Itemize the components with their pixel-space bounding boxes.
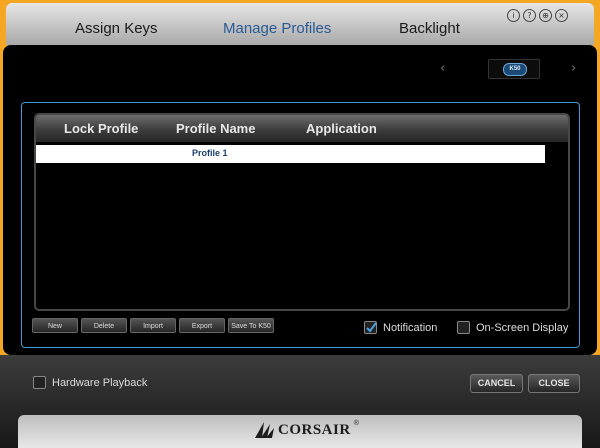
column-application: Application — [306, 121, 377, 136]
export-button[interactable]: Export — [179, 318, 225, 333]
delete-button[interactable]: Delete — [81, 318, 127, 333]
corsair-sails-icon — [255, 422, 274, 438]
corsair-logo: CORSAIR ® — [253, 420, 359, 440]
new-button[interactable]: New — [32, 318, 78, 333]
tab-backlight[interactable]: Backlight — [399, 20, 460, 37]
hardware-playback-checkbox[interactable] — [33, 376, 46, 389]
globe-icon[interactable]: ⊕ — [539, 9, 552, 22]
osd-label: On-Screen Display — [476, 321, 569, 334]
save-to-device-button[interactable]: Save To K50 — [228, 318, 274, 333]
device-next-arrow-icon[interactable]: › — [571, 61, 576, 76]
table-row[interactable]: Profile 1 — [36, 145, 545, 163]
close-button[interactable]: CLOSE — [528, 374, 580, 393]
checkmark-icon — [366, 322, 377, 333]
profiles-table: Lock Profile Profile Name Application Pr… — [34, 113, 570, 311]
registered-mark: ® — [353, 420, 359, 427]
footer: CORSAIR ® — [18, 415, 582, 448]
table-header: Lock Profile Profile Name Application — [36, 115, 568, 142]
help-icon[interactable]: ? — [523, 9, 536, 22]
corsair-window: Assign Keys Manage Profiles Backlight i … — [0, 0, 600, 448]
brand-name: CORSAIR — [278, 421, 351, 438]
cancel-button[interactable]: CANCEL — [470, 374, 523, 393]
hardware-playback-label: Hardware Playback — [52, 376, 148, 389]
profile-actions: New Delete Import Export Save To K50 — [32, 318, 274, 333]
device-badge: K50 — [503, 63, 527, 76]
tab-manage-profiles[interactable]: Manage Profiles — [223, 20, 331, 37]
osd-option[interactable]: On-Screen Display — [457, 321, 568, 334]
hardware-playback-option[interactable]: Hardware Playback — [33, 376, 147, 389]
window-controls: i ? ⊕ × — [507, 9, 568, 22]
profile-name-cell: Profile 1 — [192, 148, 228, 158]
profiles-panel: Lock Profile Profile Name Application Pr… — [21, 102, 580, 348]
notification-label: Notification — [383, 321, 438, 334]
column-profile-name: Profile Name — [176, 121, 256, 136]
title-tab-bar: Assign Keys Manage Profiles Backlight i … — [6, 3, 594, 45]
close-icon[interactable]: × — [555, 9, 568, 22]
device-prev-arrow-icon[interactable]: ‹ — [440, 61, 445, 76]
device-selector[interactable]: K50 — [488, 59, 540, 79]
column-lock-profile: Lock Profile — [64, 121, 139, 136]
import-button[interactable]: Import — [130, 318, 176, 333]
info-icon[interactable]: i — [507, 9, 520, 22]
notification-option[interactable]: Notification — [364, 321, 437, 334]
osd-checkbox[interactable] — [457, 321, 470, 334]
notification-checkbox[interactable] — [364, 321, 377, 334]
tab-assign-keys[interactable]: Assign Keys — [75, 20, 158, 37]
